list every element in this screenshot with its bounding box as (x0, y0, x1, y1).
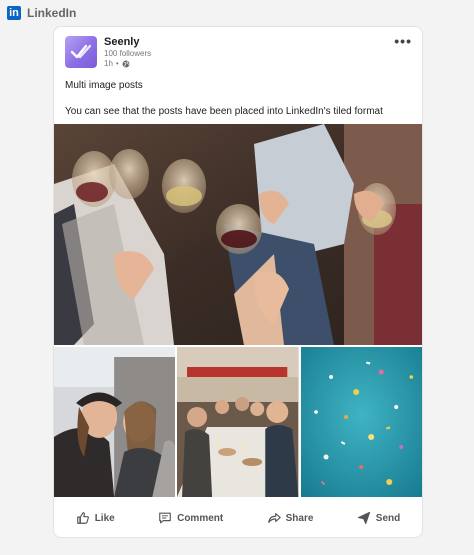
share-button[interactable]: Share (267, 511, 314, 525)
globe-icon (122, 60, 130, 68)
avatar[interactable] (65, 36, 97, 68)
meta-separator: • (115, 59, 119, 68)
photo-row (54, 347, 422, 497)
like-label: Like (94, 512, 115, 524)
send-icon (357, 511, 370, 525)
post-text-line-2: You can see that the posts have been pla… (65, 106, 383, 117)
post-time: 1h (104, 59, 113, 68)
post-text-line-1: Multi image posts (65, 80, 143, 91)
brand-header: in LinkedIn (7, 6, 76, 20)
restaurant-dinner-photo[interactable] (177, 347, 299, 497)
share-label: Share (285, 512, 314, 524)
comment-button[interactable]: Comment (158, 511, 223, 525)
more-options-button[interactable]: ••• (394, 33, 412, 49)
post-actions: Like Comment Share Send (54, 499, 422, 537)
post-card: Seenly 100 followers 1h • ••• Multi imag… (53, 26, 423, 538)
followers-count: 100 followers (104, 49, 152, 58)
send-button[interactable]: Send (357, 511, 400, 525)
send-label: Send (375, 512, 401, 524)
post-time-row: 1h • (104, 59, 151, 69)
post-text: Multi image posts You can see that the p… (65, 79, 415, 118)
thumbs-up-icon (76, 512, 89, 524)
laughing-friends-photo[interactable] (54, 347, 176, 497)
linkedin-logo-icon: in (7, 6, 21, 20)
author-name[interactable]: Seenly (104, 36, 151, 49)
share-arrow-icon (267, 513, 281, 523)
comment-label: Comment (177, 512, 224, 524)
comment-icon (159, 512, 171, 524)
like-button[interactable]: Like (76, 511, 115, 525)
wine-toast-photo[interactable] (54, 124, 422, 345)
confetti-photo[interactable] (300, 347, 422, 497)
post-header: Seenly 100 followers 1h • (65, 36, 151, 69)
brand-name: LinkedIn (27, 6, 77, 20)
double-check-icon (70, 44, 92, 59)
